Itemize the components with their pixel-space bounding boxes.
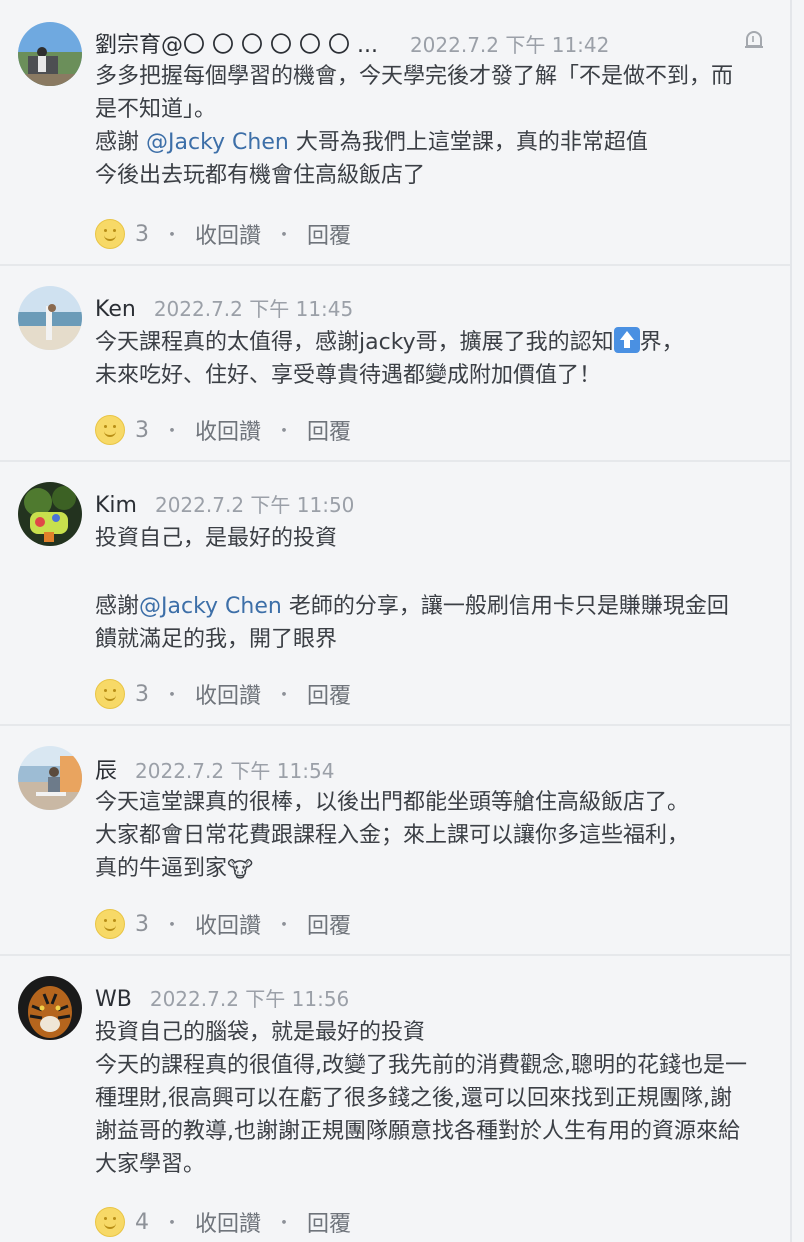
author-name[interactable]: 辰 <box>95 753 117 785</box>
comment-header: Ken 2022.7.2 下午 11:45 <box>95 293 353 322</box>
comment-text: 未來吃好、住好、享受尊貴待遇都變成附加價值了！ <box>95 363 602 388</box>
comment-item: Ken 2022.7.2 下午 11:45 今天課程真的太值得，感謝jacky哥… <box>0 266 790 462</box>
smile-reaction-icon[interactable] <box>95 219 125 249</box>
mention-link[interactable]: @Jacky Chen <box>139 594 282 619</box>
unlike-button[interactable]: 收回讚 <box>195 678 261 710</box>
timestamp[interactable]: 2022.7.2 下午 11:45 <box>154 293 353 322</box>
comment-text: 多多把握每個學習的機會，今天學完後才發了解「不是做不到，而是不知道」。 <box>95 64 734 122</box>
comment-actions: 3 ・ 收回讚 ・ 回覆 <box>95 218 365 250</box>
comment-header: 辰 2022.7.2 下午 11:54 <box>95 753 334 785</box>
comment-actions: 3 ・ 收回讚 ・ 回覆 <box>95 908 365 940</box>
comment-text: 今天的課程真的很值得,改變了我先前的消費觀念,聰明的花錢也是一種理財,很高興可以… <box>95 1053 747 1177</box>
reply-button[interactable]: 回覆 <box>307 414 351 446</box>
comment-header: 劉宗育@〇 〇 〇 〇 〇 〇 ... 2022.7.2 下午 11:42 <box>95 27 609 59</box>
separator-dot: ・ <box>275 685 294 706</box>
comment-item: 辰 2022.7.2 下午 11:54 今天這堂課真的很棒，以後出門都能坐頭等艙… <box>0 726 790 956</box>
comment-text: 今後出去玩都有機會住高級飯店了 <box>95 163 426 188</box>
unlike-button[interactable]: 收回讚 <box>195 908 261 940</box>
comment-item: 劉宗育@〇 〇 〇 〇 〇 〇 ... 2022.7.2 下午 11:42 多多… <box>0 0 790 266</box>
timestamp[interactable]: 2022.7.2 下午 11:54 <box>135 755 334 784</box>
comment-item: Kim 2022.7.2 下午 11:50 投資自己，是最好的投資 感謝@Jac… <box>0 462 790 726</box>
smile-reaction-icon[interactable] <box>95 679 125 709</box>
author-name[interactable]: WB <box>95 987 132 1012</box>
reply-button[interactable]: 回覆 <box>307 1206 351 1238</box>
comment-actions: 3 ・ 收回讚 ・ 回覆 <box>95 678 365 710</box>
comment-text: 投資自己，是最好的投資 <box>95 526 338 551</box>
comment-body: 今天課程真的太值得，感謝jacky哥，擴展了我的認知 界， 未來吃好、住好、享受尊… <box>95 326 750 392</box>
like-count: 3 <box>135 911 149 937</box>
smile-reaction-icon[interactable] <box>95 1207 125 1237</box>
comment-header: Kim 2022.7.2 下午 11:50 <box>95 489 354 518</box>
avatar-image <box>18 746 82 810</box>
comment-header: WB 2022.7.2 下午 11:56 <box>95 983 349 1012</box>
author-name[interactable]: Ken <box>95 297 136 322</box>
comment-text: 大家都會日常花費跟課程入金；來上課可以讓你多這些福利， <box>95 823 690 848</box>
avatar-image <box>18 482 82 546</box>
up-arrow-emoji-icon <box>613 327 640 353</box>
unlike-button[interactable]: 收回讚 <box>195 1206 261 1238</box>
timestamp[interactable]: 2022.7.2 下午 11:56 <box>150 983 349 1012</box>
separator-dot: ・ <box>163 1213 181 1234</box>
bell-icon[interactable] <box>742 28 766 52</box>
smile-reaction-icon[interactable] <box>95 415 125 445</box>
avatar[interactable] <box>18 286 82 350</box>
comment-text: 感謝 @Jacky Chen 大哥為我們上這堂課，真的非常超值 <box>95 130 648 155</box>
separator-dot: ・ <box>163 421 181 442</box>
comment-text: 感謝@Jacky Chen 老師的分享，讓一般刷信用卡只是賺賺現金回饋就滿足的我… <box>95 594 729 652</box>
comment-actions: 3 ・ 收回讚 ・ 回覆 <box>95 414 365 446</box>
like-count: 4 <box>135 1209 149 1235</box>
reply-button[interactable]: 回覆 <box>307 678 351 710</box>
separator-dot: ・ <box>163 225 181 246</box>
comment-item: WB 2022.7.2 下午 11:56 投資自己的腦袋，就是最好的投資 今天的… <box>0 956 790 1242</box>
comment-body: 投資自己，是最好的投資 感謝@Jacky Chen 老師的分享，讓一般刷信用卡只… <box>95 522 750 656</box>
reply-button[interactable]: 回覆 <box>307 908 351 940</box>
smile-reaction-icon[interactable] <box>95 909 125 939</box>
avatar-image <box>18 976 82 1040</box>
like-count: 3 <box>135 221 149 247</box>
author-name[interactable]: Kim <box>95 493 137 518</box>
cow-emoji-icon: 🐮 <box>227 858 254 883</box>
separator-dot: ・ <box>163 685 181 706</box>
avatar[interactable] <box>18 746 82 810</box>
separator-dot: ・ <box>275 225 294 246</box>
avatar[interactable] <box>18 976 82 1040</box>
separator-dot: ・ <box>275 915 294 936</box>
comment-body: 今天這堂課真的很棒，以後出門都能坐頭等艙住高級飯店了。 大家都會日常花費跟課程入… <box>95 786 750 887</box>
separator-dot: ・ <box>163 915 181 936</box>
comment-actions: 4 ・ 收回讚 ・ 回覆 <box>95 1206 365 1238</box>
reply-button[interactable]: 回覆 <box>307 218 351 250</box>
separator-dot: ・ <box>275 1213 294 1234</box>
comment-text: 真的牛逼到家🐮 <box>95 852 750 887</box>
comment-text: 今天課程真的太值得，感謝jacky哥，擴展了我的認知 界， <box>95 326 750 359</box>
comment-feed: 劉宗育@〇 〇 〇 〇 〇 〇 ... 2022.7.2 下午 11:42 多多… <box>0 0 792 1242</box>
comment-text: 投資自己的腦袋，就是最好的投資 <box>95 1020 426 1045</box>
avatar[interactable] <box>18 22 82 86</box>
like-count: 3 <box>135 681 149 707</box>
avatar-image <box>18 22 82 86</box>
timestamp[interactable]: 2022.7.2 下午 11:42 <box>410 29 609 58</box>
author-name[interactable]: 劉宗育@〇 〇 〇 〇 〇 〇 ... <box>95 27 378 59</box>
unlike-button[interactable]: 收回讚 <box>195 414 261 446</box>
mention-link[interactable]: @Jacky Chen <box>146 130 289 155</box>
comment-body: 投資自己的腦袋，就是最好的投資 今天的課程真的很值得,改變了我先前的消費觀念,聰… <box>95 1016 750 1181</box>
separator-dot: ・ <box>275 421 294 442</box>
timestamp[interactable]: 2022.7.2 下午 11:50 <box>155 489 354 518</box>
like-count: 3 <box>135 417 149 443</box>
avatar-image <box>18 286 82 350</box>
comment-text: 今天這堂課真的很棒，以後出門都能坐頭等艙住高級飯店了。 <box>95 790 690 815</box>
unlike-button[interactable]: 收回讚 <box>195 218 261 250</box>
comment-body: 多多把握每個學習的機會，今天學完後才發了解「不是做不到，而是不知道」。 感謝 @… <box>95 60 750 192</box>
avatar[interactable] <box>18 482 82 546</box>
